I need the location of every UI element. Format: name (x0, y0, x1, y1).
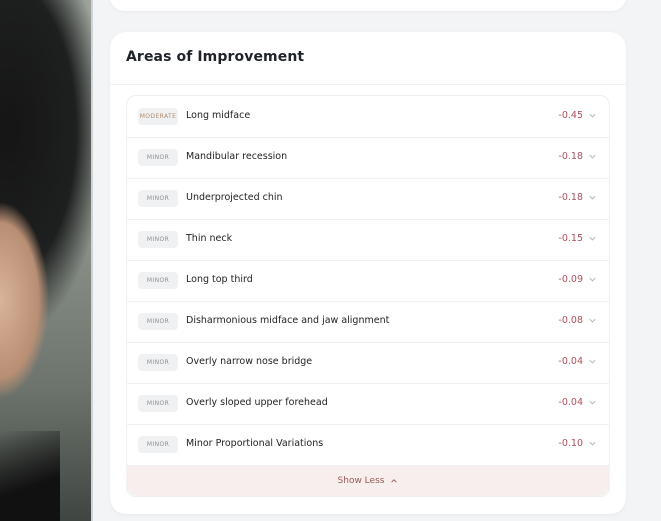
profile-photo (0, 0, 93, 521)
item-score: -0.08 (558, 315, 583, 326)
chevron-down-icon[interactable] (588, 398, 597, 407)
areas-of-improvement-card: Areas of Improvement MODERATE Long midfa… (110, 32, 626, 514)
chevron-down-icon[interactable] (588, 316, 597, 325)
severity-badge: MINOR (138, 149, 178, 166)
severity-badge: MINOR (138, 231, 178, 248)
previous-section-card (110, 0, 626, 11)
chevron-down-icon[interactable] (588, 234, 597, 243)
show-less-button[interactable]: Show Less (126, 466, 610, 496)
list-item[interactable]: MINOR Thin neck -0.15 (127, 219, 609, 261)
list-item[interactable]: MINOR Minor Proportional Variations -0.1… (127, 424, 609, 466)
item-score: -0.04 (558, 356, 583, 367)
item-score: -0.09 (558, 274, 583, 285)
list-item[interactable]: MINOR Overly narrow nose bridge -0.04 (127, 342, 609, 384)
item-score: -0.18 (558, 192, 583, 203)
severity-badge: MINOR (138, 313, 178, 330)
chevron-down-icon[interactable] (588, 152, 597, 161)
chevron-down-icon[interactable] (588, 111, 597, 120)
item-score: -0.15 (558, 233, 583, 244)
chevron-down-icon[interactable] (588, 193, 597, 202)
item-score: -0.18 (558, 151, 583, 162)
item-label: Mandibular recession (186, 151, 288, 162)
severity-badge: MINOR (138, 190, 178, 207)
chevron-down-icon[interactable] (588, 357, 597, 366)
item-label: Overly sloped upper forehead (186, 397, 328, 408)
section-title: Areas of Improvement (126, 49, 305, 65)
item-label: Long top third (186, 274, 253, 285)
item-score: -0.04 (558, 397, 583, 408)
item-score: -0.45 (558, 110, 583, 121)
divider (110, 84, 626, 85)
severity-badge: MINOR (138, 395, 178, 412)
item-label: Thin neck (186, 233, 233, 244)
severity-badge: MODERATE (138, 108, 178, 125)
list-item[interactable]: MINOR Overly sloped upper forehead -0.04 (127, 383, 609, 425)
item-label: Disharmonious midface and jaw alignment (186, 315, 390, 326)
severity-badge: MINOR (138, 272, 178, 289)
chevron-down-icon[interactable] (588, 275, 597, 284)
item-label: Long midface (186, 110, 251, 121)
severity-badge: MINOR (138, 354, 178, 371)
list-item[interactable]: MINOR Underprojected chin -0.18 (127, 178, 609, 220)
list-item[interactable]: MINOR Long top third -0.09 (127, 260, 609, 302)
chevron-up-icon (391, 479, 398, 483)
list-item[interactable]: MODERATE Long midface -0.45 (127, 96, 609, 138)
item-label: Overly narrow nose bridge (186, 356, 313, 367)
item-label: Underprojected chin (186, 192, 283, 203)
list-item[interactable]: MINOR Mandibular recession -0.18 (127, 137, 609, 179)
show-less-label: Show Less (337, 476, 385, 486)
improvement-list: MODERATE Long midface -0.45 MINOR Mandib… (126, 95, 610, 497)
severity-badge: MINOR (138, 436, 178, 453)
chevron-down-icon[interactable] (588, 439, 597, 448)
item-score: -0.10 (558, 438, 583, 449)
list-item[interactable]: MINOR Disharmonious midface and jaw alig… (127, 301, 609, 343)
item-label: Minor Proportional Variations (186, 438, 324, 449)
